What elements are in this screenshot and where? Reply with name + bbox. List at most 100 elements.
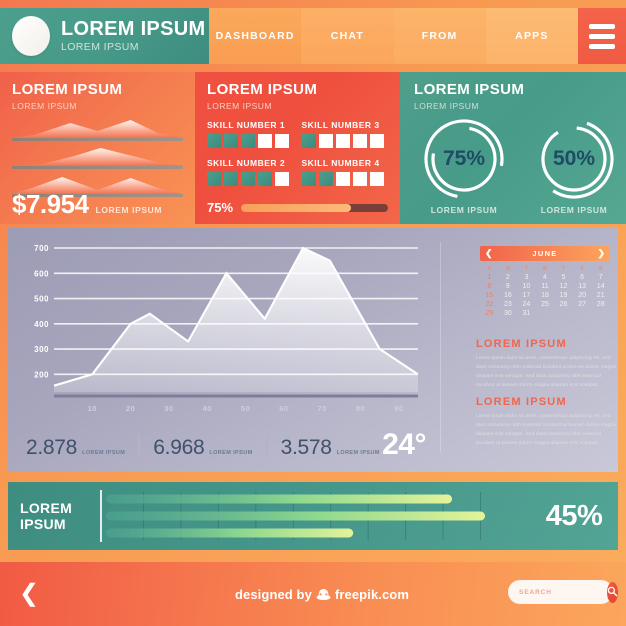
calendar-day[interactable]: 11 xyxy=(536,283,555,290)
skill-box[interactable] xyxy=(301,171,316,186)
donut-label: LOREM IPSUM xyxy=(540,204,608,215)
brand-block[interactable]: LOREM IPSUM LOREM IPSUM xyxy=(0,8,209,64)
calendar-day[interactable]: 13 xyxy=(573,283,592,290)
skill-box[interactable] xyxy=(369,171,384,186)
skill-box[interactable] xyxy=(275,171,289,186)
calendar-day-name: T xyxy=(561,266,566,272)
logo-circle-icon xyxy=(12,16,50,56)
card-gauges-title: LOREM IPSUM xyxy=(414,81,525,98)
calendar-day[interactable]: 23 xyxy=(499,301,518,308)
brand-title: LOREM IPSUM xyxy=(61,18,206,41)
stat-value: 6.968 xyxy=(153,436,205,459)
calendar-day[interactable]: 30 xyxy=(499,310,518,317)
skill-box[interactable] xyxy=(258,171,272,186)
skill-item: SKILL NUMBER 1 xyxy=(207,120,294,148)
text-block-body: Lorem ipsum dolor sit amet, consectetuer… xyxy=(476,356,616,388)
calendar-day[interactable]: 12 xyxy=(554,283,573,290)
nav-item-dashboard[interactable]: DASHBOARD xyxy=(209,8,302,64)
skill-label: SKILL NUMBER 3 xyxy=(301,119,380,130)
calendar-day[interactable]: 10 xyxy=(517,283,536,290)
card-gauges-subtitle: LOREM IPSUM xyxy=(414,100,480,111)
calendar-day[interactable]: 26 xyxy=(554,301,573,308)
credit-prefix: designed by xyxy=(234,586,312,602)
progress-percent-label: 75% xyxy=(207,200,234,215)
skill-box[interactable] xyxy=(258,133,272,148)
skill-box[interactable] xyxy=(318,171,333,186)
skill-box[interactable] xyxy=(352,171,367,186)
calendar-day[interactable]: 4 xyxy=(536,274,555,281)
calendar-day[interactable]: 27 xyxy=(573,301,592,308)
text-block-2: LOREM IPSUM Lorem ipsum dolor sit amet, … xyxy=(476,396,616,448)
skill-rating-boxes[interactable] xyxy=(207,171,294,186)
nav-item-apps[interactable]: APPS xyxy=(485,8,578,64)
search-button[interactable] xyxy=(607,581,618,603)
calendar-day[interactable]: 21 xyxy=(591,292,610,299)
mini-chart-baseline xyxy=(12,137,183,141)
calendar-day[interactable]: 18 xyxy=(536,292,555,299)
calendar-day[interactable]: 3 xyxy=(517,274,536,281)
skill-box[interactable] xyxy=(241,133,255,148)
magnifier-icon xyxy=(607,585,618,600)
skill-box[interactable] xyxy=(335,133,350,148)
calendar-day[interactable]: 7 xyxy=(591,274,610,281)
calendar-day[interactable]: 1 xyxy=(480,274,499,281)
calendar-day[interactable]: 22 xyxy=(480,301,499,308)
skill-rating-boxes[interactable] xyxy=(301,133,389,148)
calendar-day[interactable]: 9 xyxy=(499,283,518,290)
skills-progress: 75% xyxy=(207,200,388,215)
freepik-hat-icon xyxy=(316,588,331,601)
calendar-day[interactable]: 24 xyxy=(517,301,536,308)
calendar-day[interactable]: 19 xyxy=(554,292,573,299)
donut-value: 50% xyxy=(552,146,596,170)
skill-box[interactable] xyxy=(275,133,289,148)
calendar-day[interactable]: 6 xyxy=(573,274,592,281)
nav-item-from[interactable]: FROM xyxy=(393,8,486,64)
skill-item: SKILL NUMBER 3 xyxy=(301,119,389,148)
svg-text:700: 700 xyxy=(34,244,49,253)
progress-track[interactable] xyxy=(241,203,388,212)
text-block-1: LOREM IPSUM Lorem ipsum dolor sit amet, … xyxy=(476,338,616,390)
calendar-day[interactable]: 25 xyxy=(536,301,555,308)
skill-box[interactable] xyxy=(352,133,367,148)
skill-box[interactable] xyxy=(224,171,238,186)
stat-value: 2.878 xyxy=(26,436,78,459)
calendar-day[interactable]: 15 xyxy=(480,292,499,299)
kpi-card-row: LOREM IPSUM LOREM IPSUM $7.954 LOREM IPS… xyxy=(0,72,626,224)
hamburger-menu-icon[interactable] xyxy=(578,8,626,64)
skill-label: SKILL NUMBER 4 xyxy=(301,157,380,168)
svg-text:300: 300 xyxy=(34,345,49,354)
skill-box[interactable] xyxy=(207,171,221,186)
calendar-day[interactable]: 14 xyxy=(591,283,610,290)
skill-box[interactable] xyxy=(301,133,316,148)
stat-label: LOREM IPSUM xyxy=(336,450,380,456)
calendar-month-label: JUNE xyxy=(532,249,558,258)
text-block-heading: LOREM IPSUM xyxy=(476,396,567,408)
svg-text:10: 10 xyxy=(88,404,97,413)
calendar-day[interactable]: 20 xyxy=(573,292,592,299)
skill-box[interactable] xyxy=(369,133,384,148)
svg-text:40: 40 xyxy=(203,404,212,413)
calendar-day[interactable]: 31 xyxy=(517,310,536,317)
calendar-day[interactable]: 2 xyxy=(499,274,518,281)
skill-rating-boxes[interactable] xyxy=(207,133,294,148)
nav-item-chat[interactable]: CHAT xyxy=(301,8,394,64)
skill-label: SKILL NUMBER 2 xyxy=(207,157,286,168)
donut-chart-75: 75% xyxy=(420,115,508,203)
skill-box[interactable] xyxy=(207,133,221,148)
search-input[interactable] xyxy=(519,588,607,596)
skill-box[interactable] xyxy=(335,171,350,186)
calendar-day[interactable]: 8 xyxy=(480,283,499,290)
calendar-day[interactable]: 5 xyxy=(554,274,573,281)
progress-panel-label-line1: LOREM xyxy=(20,499,73,516)
chevron-left-icon[interactable]: ❮ xyxy=(485,249,493,258)
calendar-day[interactable]: 29 xyxy=(480,310,499,317)
skill-box[interactable] xyxy=(224,133,238,148)
calendar-day[interactable]: 16 xyxy=(499,292,518,299)
calendar-day[interactable]: 17 xyxy=(517,292,536,299)
chevron-right-icon[interactable]: ❯ xyxy=(597,249,605,258)
skill-rating-boxes[interactable] xyxy=(301,171,389,186)
skill-box[interactable] xyxy=(241,171,255,186)
skill-box[interactable] xyxy=(318,133,333,148)
calendar-day[interactable]: 28 xyxy=(591,301,610,308)
svg-text:600: 600 xyxy=(34,269,49,278)
